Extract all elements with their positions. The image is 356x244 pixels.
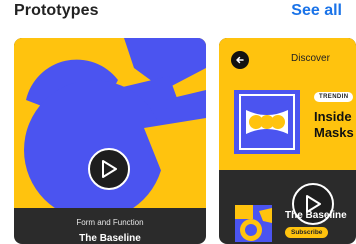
prototype-card-1[interactable]: Form and Function The Baseline: [14, 38, 206, 244]
subscribe-button[interactable]: Subscribe: [285, 227, 329, 238]
discover-header: Discover: [291, 53, 330, 64]
see-all-link[interactable]: See all: [291, 2, 342, 20]
prototype-card-2[interactable]: Discover TRENDIN Inside Masks The Baseli…: [219, 38, 356, 244]
story-thumbnail[interactable]: [234, 90, 300, 154]
card-subtitle: Form and Function: [76, 218, 144, 227]
play-button[interactable]: [88, 148, 130, 190]
story-title[interactable]: Inside Masks: [314, 109, 356, 141]
trending-badge: TRENDIN: [314, 92, 354, 102]
play-icon: [102, 160, 117, 178]
section-title: Prototypes: [14, 2, 99, 19]
channel-avatar: [235, 205, 272, 242]
channel-name: The Baseline: [285, 210, 347, 221]
arrow-left-icon: [236, 56, 244, 64]
section-header: Prototypes See all: [0, 0, 356, 26]
card-title: The Baseline: [79, 233, 141, 244]
back-button[interactable]: [231, 51, 249, 69]
